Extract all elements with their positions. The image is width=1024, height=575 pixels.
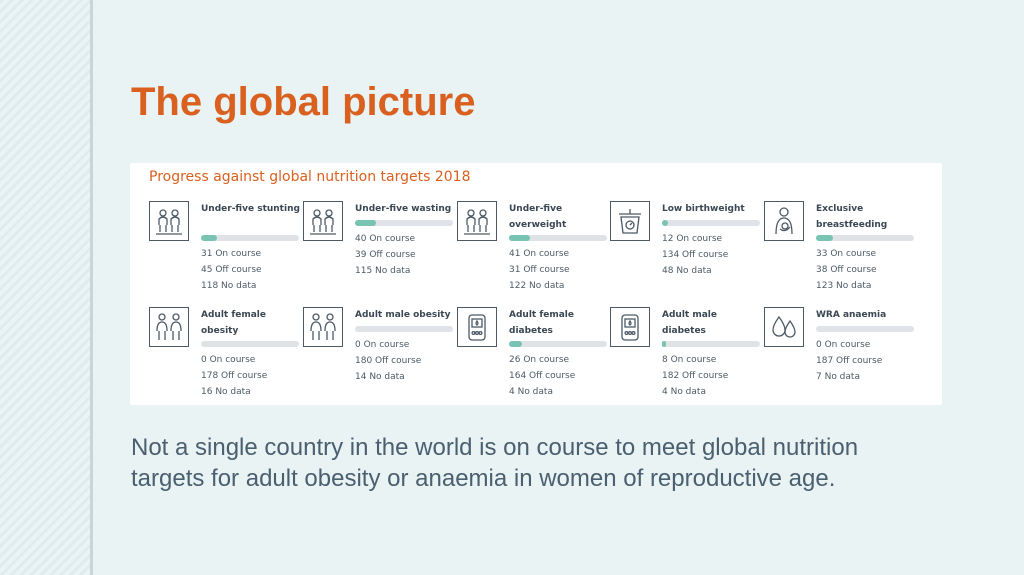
scale-icon bbox=[610, 201, 650, 241]
breastfeeding-icon bbox=[764, 201, 804, 241]
progress-bar bbox=[662, 220, 760, 226]
no-data-count: 4 No data bbox=[662, 387, 706, 397]
indicator-title: Under-five stunting bbox=[201, 204, 300, 214]
children-icon bbox=[149, 201, 189, 241]
on-course-count: 40 On course bbox=[355, 234, 416, 244]
adults-icon bbox=[149, 307, 189, 347]
progress-bar-fill bbox=[662, 341, 666, 347]
indicator-title: Exclusive breastfeeding bbox=[816, 204, 888, 230]
no-data-count: 115 No data bbox=[355, 266, 411, 276]
off-course-count: 39 Off course bbox=[355, 250, 416, 260]
on-course-count: 26 On course bbox=[509, 355, 570, 365]
off-course-count: 45 Off course bbox=[201, 265, 262, 275]
glucose-meter-icon bbox=[610, 307, 650, 347]
on-course-count: 33 On course bbox=[816, 249, 877, 259]
no-data-count: 14 No data bbox=[355, 372, 405, 382]
progress-bar-fill bbox=[355, 220, 376, 226]
indicator-title: Adult female obesity bbox=[201, 310, 266, 336]
indicator-title: WRA anaemia bbox=[816, 310, 887, 320]
progress-bar-fill bbox=[662, 220, 668, 226]
indicator-card: Under-five overweight 41 On course 31 Off … bbox=[457, 201, 607, 311]
no-data-count: 123 No data bbox=[816, 281, 872, 291]
off-course-count: 38 Off course bbox=[816, 265, 877, 275]
off-course-count: 180 Off course bbox=[355, 356, 422, 366]
targets-panel: Progress against global nutrition target… bbox=[130, 163, 942, 405]
indicator-card: Adult female obesity 0 On course 178 Off c… bbox=[149, 307, 299, 417]
panel-title: Progress against global nutrition target… bbox=[149, 169, 471, 185]
off-course-count: 134 Off course bbox=[662, 250, 729, 260]
indicator-title: Adult male diabetes bbox=[662, 310, 717, 336]
children-icon bbox=[303, 201, 343, 241]
indicator-title: Adult female diabetes bbox=[509, 310, 574, 336]
blood-drop-icon bbox=[764, 307, 804, 347]
indicator-card: Adult male diabetes 8 On course 182 Off co… bbox=[610, 307, 760, 417]
progress-bar bbox=[355, 326, 453, 332]
adults-icon bbox=[303, 307, 343, 347]
indicator-card: Adult female diabetes 26 On course 164 Off… bbox=[457, 307, 607, 417]
no-data-count: 122 No data bbox=[509, 281, 565, 291]
progress-bar bbox=[509, 235, 607, 241]
indicator-card: Adult male obesity 0 On course 180 Off cou… bbox=[303, 307, 453, 417]
off-course-count: 182 Off course bbox=[662, 371, 729, 381]
progress-bar bbox=[355, 220, 453, 226]
on-course-count: 41 On course bbox=[509, 249, 570, 259]
no-data-count: 48 No data bbox=[662, 266, 712, 276]
on-course-count: 0 On course bbox=[355, 340, 410, 350]
progress-bar bbox=[201, 235, 299, 241]
off-course-count: 178 Off course bbox=[201, 371, 268, 381]
children-icon bbox=[457, 201, 497, 241]
progress-bar bbox=[816, 326, 914, 332]
page-title: The global picture bbox=[131, 80, 476, 124]
divider bbox=[90, 0, 93, 575]
indicator-card: Low birthweight 12 On course 134 Off cours… bbox=[610, 201, 760, 311]
indicator-card: Under-five wasting 40 On course 39 Off cou… bbox=[303, 201, 453, 311]
progress-bar-fill bbox=[509, 235, 530, 241]
indicator-title: Adult male obesity bbox=[355, 310, 451, 320]
progress-bar-fill bbox=[201, 235, 217, 241]
indicator-card: Under-five stunting 31 On course 45 Off co… bbox=[149, 201, 300, 311]
off-course-count: 164 Off course bbox=[509, 371, 576, 381]
no-data-count: 7 No data bbox=[816, 372, 860, 382]
progress-bar bbox=[201, 341, 299, 347]
decorative-stripe bbox=[0, 0, 90, 575]
progress-bar bbox=[816, 235, 914, 241]
on-course-count: 0 On course bbox=[201, 355, 256, 365]
no-data-count: 118 No data bbox=[201, 281, 257, 291]
no-data-count: 4 No data bbox=[509, 387, 553, 397]
indicator-card: Exclusive breastfeeding 33 On course 38 Of… bbox=[764, 201, 914, 311]
off-course-count: 187 Off course bbox=[816, 356, 883, 366]
progress-bar-fill bbox=[509, 341, 522, 347]
on-course-count: 8 On course bbox=[662, 355, 717, 365]
on-course-count: 12 On course bbox=[662, 234, 723, 244]
progress-bar-fill bbox=[816, 235, 833, 241]
glucose-meter-icon bbox=[457, 307, 497, 347]
indicator-card: WRA anaemia 0 On course 187 Off course 7 No… bbox=[764, 307, 914, 417]
slide-caption: Not a single country in the world is on … bbox=[131, 434, 859, 492]
indicator-title: Under-five wasting bbox=[355, 204, 452, 214]
off-course-count: 31 Off course bbox=[509, 265, 570, 275]
indicator-title: Low birthweight bbox=[662, 204, 745, 214]
no-data-count: 16 No data bbox=[201, 387, 251, 397]
on-course-count: 31 On course bbox=[201, 249, 262, 259]
on-course-count: 0 On course bbox=[816, 340, 871, 350]
indicator-title: Under-five overweight bbox=[509, 204, 567, 230]
progress-bar bbox=[509, 341, 607, 347]
progress-bar bbox=[662, 341, 760, 347]
